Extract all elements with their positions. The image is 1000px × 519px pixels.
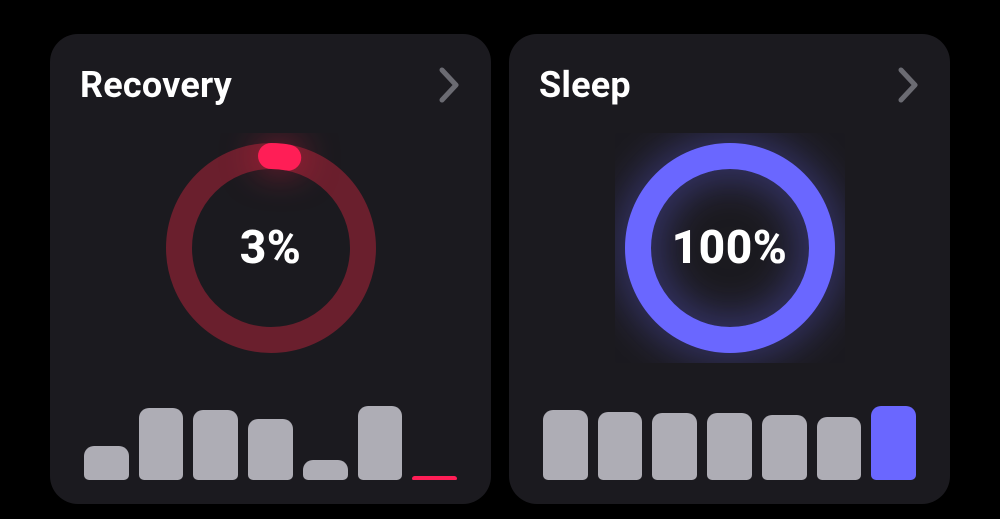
bar-day xyxy=(762,415,807,480)
chevron-right-icon[interactable] xyxy=(898,67,920,103)
bar-day xyxy=(707,413,752,480)
recovery-percent-label: 3% xyxy=(80,221,461,275)
sleep-bar-chart xyxy=(539,390,920,480)
sleep-card[interactable]: Sleep 100% xyxy=(509,34,950,504)
metric-cards-row: Recovery 3% Sleep xyxy=(0,0,1000,504)
bar-day xyxy=(248,419,293,480)
bar-day xyxy=(303,460,348,480)
recovery-card[interactable]: Recovery 3% xyxy=(50,34,491,504)
bar-day xyxy=(84,446,129,480)
bar-day xyxy=(139,408,184,480)
bar-today xyxy=(412,476,457,480)
bar-day xyxy=(817,417,862,480)
bar-day xyxy=(358,406,403,480)
chevron-right-icon[interactable] xyxy=(439,67,461,103)
bar-day xyxy=(543,410,588,480)
sleep-percent-label: 100% xyxy=(539,221,920,275)
bar-day xyxy=(652,413,697,480)
recovery-title: Recovery xyxy=(80,64,232,106)
sleep-card-header: Sleep xyxy=(539,64,920,106)
sleep-ring: 100% xyxy=(539,106,920,390)
bar-day xyxy=(598,412,643,480)
bar-day xyxy=(193,410,238,480)
recovery-card-header: Recovery xyxy=(80,64,461,106)
recovery-bar-chart xyxy=(80,390,461,480)
bar-today xyxy=(871,406,916,480)
sleep-title: Sleep xyxy=(539,64,631,106)
recovery-ring: 3% xyxy=(80,106,461,390)
